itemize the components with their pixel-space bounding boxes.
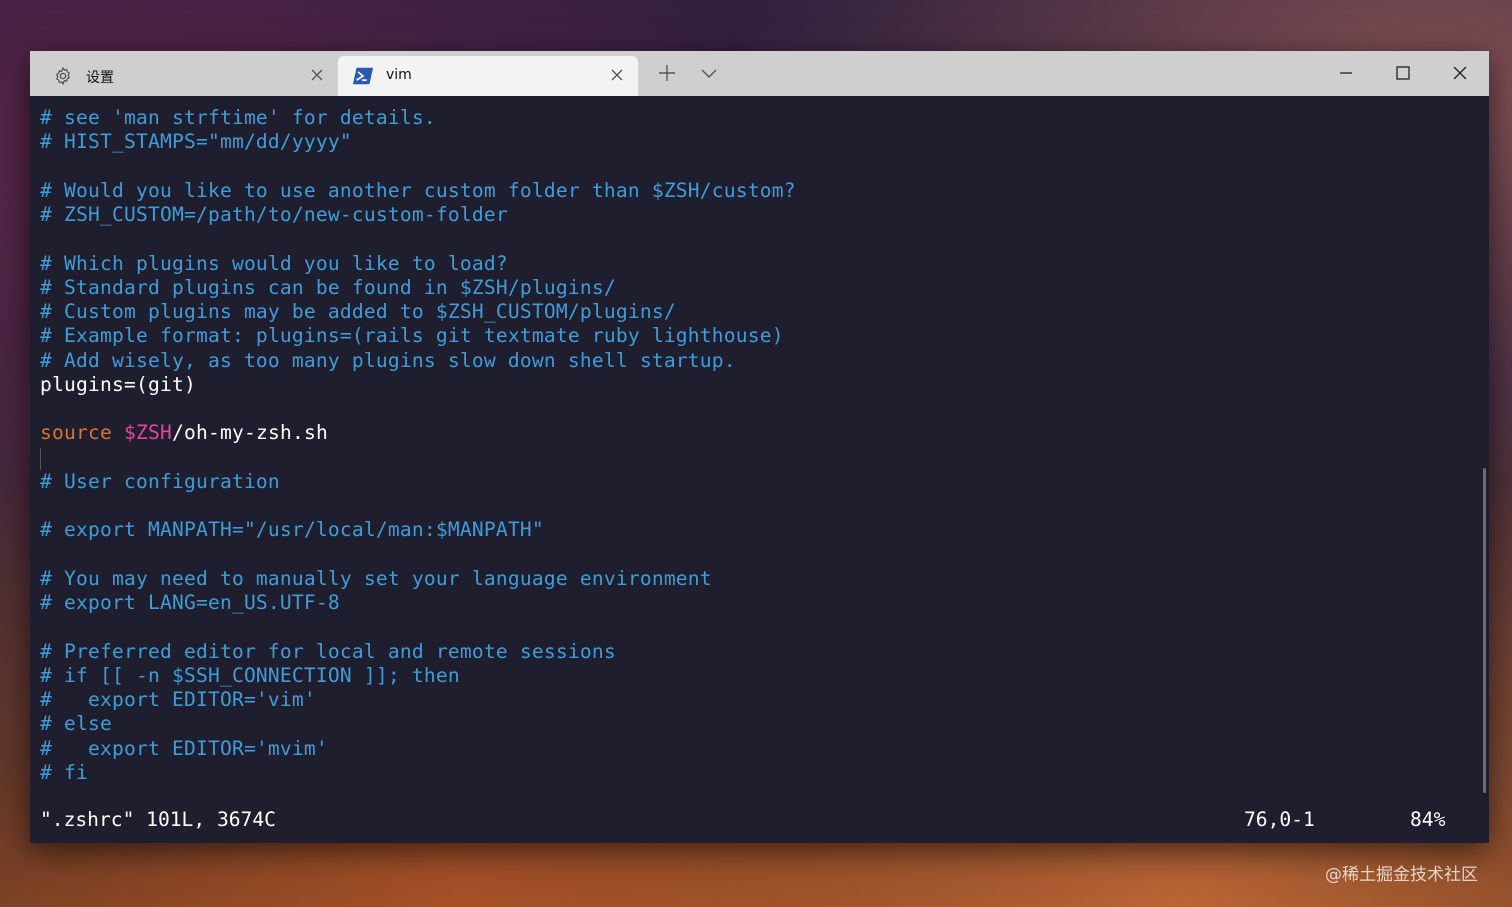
scrollbar-thumb[interactable] xyxy=(1483,468,1486,793)
tab-label: 设置 xyxy=(86,70,114,86)
code-token: # HIST_STAMPS="mm/dd/yyyy" xyxy=(40,130,352,154)
code-line: plugins=(git) xyxy=(40,373,196,397)
close-tab-icon[interactable] xyxy=(310,68,324,82)
code-line: # if [[ -n $SSH_CONNECTION ]]; then xyxy=(40,664,460,688)
code-line: # export EDITOR='vim' xyxy=(40,688,316,712)
code-line: # ZSH_CUSTOM=/path/to/new-custom-folder xyxy=(40,203,508,227)
code-line: # HIST_STAMPS="mm/dd/yyyy" xyxy=(40,130,352,154)
code-line: # You may need to manually set your lang… xyxy=(40,567,712,591)
plus-icon[interactable] xyxy=(657,63,677,83)
code-line: # Which plugins would you like to load? xyxy=(40,252,508,276)
code-token: # Example format: plugins=(rails git tex… xyxy=(40,324,784,348)
text-cursor xyxy=(40,448,41,470)
terminal-window: 设置 vim # see 'man strftime' for details.… xyxy=(30,51,1489,843)
code-line: # Preferred editor for local and remote … xyxy=(40,640,616,664)
close-tab-icon[interactable] xyxy=(610,68,624,82)
code-token: # Custom plugins may be added to $ZSH_CU… xyxy=(40,300,676,323)
code-line: # Standard plugins can be found in $ZSH/… xyxy=(40,276,616,300)
code-token: # export EDITOR='mvim' xyxy=(40,736,328,760)
code-line: # else xyxy=(40,712,112,736)
tab-settings[interactable]: 设置 xyxy=(38,56,338,96)
code-token: # else xyxy=(40,712,112,736)
code-line: # Would you like to use another custom f… xyxy=(40,179,796,203)
code-line: # Custom plugins may be added to $ZSH_CU… xyxy=(40,300,676,324)
terminal-content[interactable]: # see 'man strftime' for details. # HIST_… xyxy=(30,96,1489,843)
code-line: # export EDITOR='mvim' xyxy=(40,737,328,761)
status-scroll-percent: 84% xyxy=(1410,808,1446,831)
status-file-info: ".zshrc" 101L, 3674C xyxy=(40,808,276,831)
code-token: # if [[ -n $SSH_CONNECTION ]]; then xyxy=(40,663,460,687)
chevron-down-icon[interactable] xyxy=(699,63,719,83)
tab-vim[interactable]: vim xyxy=(338,56,638,96)
powershell-icon xyxy=(352,67,374,85)
code-token: # export MANPATH="/usr/local/man:$MANPAT… xyxy=(40,518,544,542)
code-token: # Preferred editor for local and remote … xyxy=(40,639,616,663)
code-token: # Standard plugins can be found in $ZSH/… xyxy=(40,275,616,299)
code-token: # You may need to manually set your lang… xyxy=(40,566,712,590)
status-cursor-position: 76,0-1 xyxy=(1244,808,1315,831)
tab-label: vim xyxy=(386,67,412,83)
code-line: # fi xyxy=(40,761,88,785)
code-token: # User configuration xyxy=(40,469,280,493)
code-token: plugins=(git) xyxy=(40,372,196,396)
code-line: # export MANPATH="/usr/local/man:$MANPAT… xyxy=(40,518,544,542)
minimize-icon[interactable] xyxy=(1336,63,1356,83)
code-token: # ZSH_CUSTOM=/path/to/new-custom-folder xyxy=(40,203,508,226)
code-line: # see 'man strftime' for details. xyxy=(40,106,436,130)
close-icon[interactable] xyxy=(1450,63,1470,83)
code-token: # fi xyxy=(40,760,88,784)
code-line: # Add wisely, as too many plugins slow d… xyxy=(40,349,736,373)
code-token: /oh-my-zsh.sh xyxy=(171,421,328,445)
code-token: # Add wisely, as too many plugins slow d… xyxy=(40,348,736,372)
code-line: # User configuration xyxy=(40,470,280,494)
code-line: # Example format: plugins=(rails git tex… xyxy=(40,324,784,348)
code-token: # Which plugins would you like to load? xyxy=(40,251,508,275)
title-bar[interactable]: 设置 vim xyxy=(30,51,1489,96)
gear-icon xyxy=(56,66,70,86)
code-token: # Would you like to use another custom f… xyxy=(40,178,796,202)
watermark-text: @稀土掘金技术社区 xyxy=(1325,865,1478,885)
code-line: source $ZSH/oh-my-zsh.sh xyxy=(40,421,328,445)
code-token: # export LANG=en_US.UTF-8 xyxy=(40,591,340,614)
maximize-icon[interactable] xyxy=(1393,63,1413,83)
code-line: # export LANG=en_US.UTF-8 xyxy=(40,591,340,615)
code-token: # see 'man strftime' for details. xyxy=(40,106,436,129)
code-token: $ZSH xyxy=(123,421,172,445)
code-token: source xyxy=(40,421,112,445)
code-token: # export EDITOR='vim' xyxy=(40,688,316,711)
